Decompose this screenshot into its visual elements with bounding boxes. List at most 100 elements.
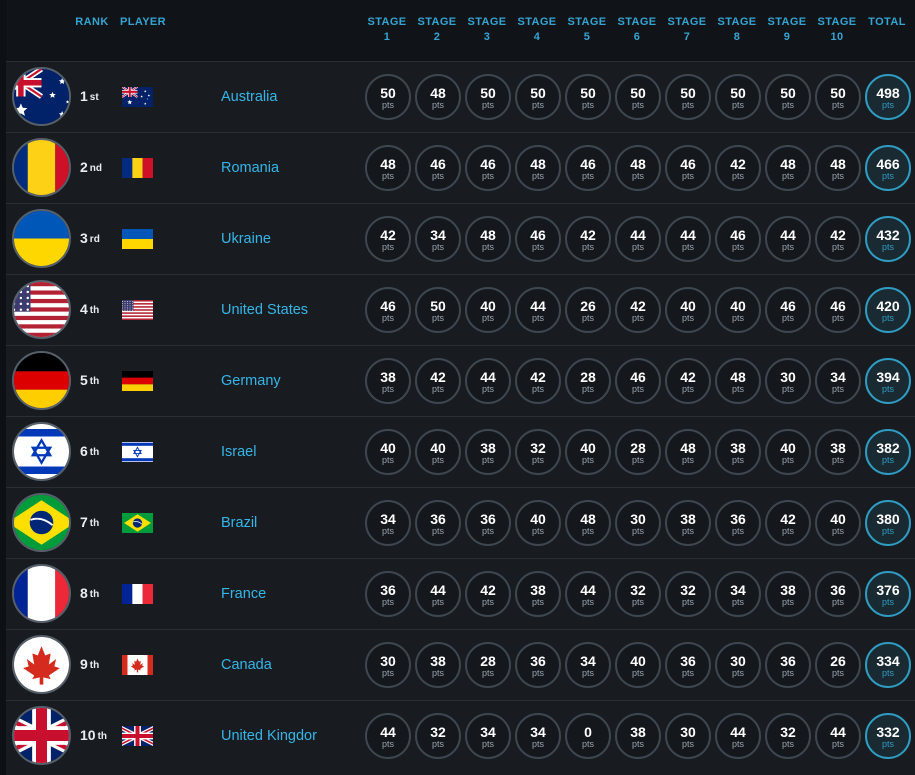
score-unit: pts [731,171,744,181]
score-unit: pts [681,526,694,536]
score-value: 48 [580,511,596,527]
player-name-link[interactable]: Romania [221,159,279,177]
score-unit: pts [481,313,494,323]
score-unit: pts [381,313,394,323]
score-unit: pts [531,384,544,394]
player-name-link[interactable]: Canada [221,656,272,674]
stage-6-score: 32 pts [615,571,661,617]
stage-5-score: 26 pts [565,287,611,333]
score-unit: pts [581,100,594,110]
score-value: 44 [830,724,846,740]
stage-1-score: 30 pts [365,642,411,688]
score-value: 48 [380,156,396,172]
total-score: 466 pts [865,145,911,191]
stage-7-score: 38 pts [665,500,711,546]
score-value: 50 [630,85,646,101]
score-unit: pts [631,668,644,678]
score-unit: pts [731,100,744,110]
france-flag-icon [12,564,71,623]
table-row[interactable]: 9th Canada 30 pts 38 pts 28 pts 36 pts 34 pts 40 pts 3… [6,629,915,700]
stage-5-score: 48 pts [565,500,611,546]
score-value: 46 [630,369,646,385]
table-row[interactable]: 5th Germany 38 pts 42 pts 44 pts 42 pts 28 pts 46 pts… [6,345,915,416]
table-row[interactable]: 2nd Romania 48 pts 46 pts 46 pts 48 pts 46 pts 48 pts… [6,132,915,203]
player-name-link[interactable]: France [221,585,266,603]
player-name-link[interactable]: Israel [221,443,256,461]
score-value: 36 [780,653,796,669]
table-row[interactable]: 8th France 36 pts 44 pts 42 pts 38 pts 44 pts 32 pts 3… [6,558,915,629]
stage-header-number: 9 [783,31,791,43]
israel-flag-icon [12,422,71,481]
stage-header-label: STAGE [767,16,807,28]
score-unit: pts [681,242,694,252]
rank-number: 7 [80,514,88,530]
table-row[interactable]: 6th Israel 40 pts 40 pts 38 pts 32 pts 40 pts 28 pts 4… [6,416,915,487]
score-unit: pts [631,597,644,607]
score-value: 34 [530,724,546,740]
score-unit: pts [781,313,794,323]
rank-label: 4th [80,301,99,319]
score-unit: pts [781,384,794,394]
australia-flag-icon [12,67,71,126]
table-row[interactable]: 3rd Ukraine 42 pts 34 pts 48 pts 46 pts 42 pts 44 pts… [6,203,915,274]
table-row[interactable]: 7th Brazil 34 pts 36 pts 36 pts 40 pts 48 pts 30 pts 3… [6,487,915,558]
total-score: 380 pts [865,500,911,546]
stage-1-score: 36 pts [365,571,411,617]
score-unit: pts [631,526,644,536]
score-unit: pts [381,739,394,749]
stage-5-score: 28 pts [565,358,611,404]
total-score: 394 pts [865,358,911,404]
table-row[interactable]: 4th United States 46 pts 50 pts 40 pts 44 pts 26 pt… [6,274,915,345]
score-value: 38 [780,582,796,598]
player-name-link[interactable]: Germany [221,372,281,390]
score-value: 44 [680,227,696,243]
total-unit: pts [881,384,894,394]
player-name-link[interactable]: United States [221,301,308,319]
score-value: 46 [430,156,446,172]
score-value: 36 [480,511,496,527]
stage-7-score: 36 pts [665,642,711,688]
score-unit: pts [631,313,644,323]
score-value: 42 [530,369,546,385]
stage-8-score: 46 pts [715,216,761,262]
stage-10-column-header: STAGE 10 [815,15,859,45]
score-unit: pts [531,171,544,181]
stage-6-score: 42 pts [615,287,661,333]
score-value: 40 [430,440,446,456]
score-value: 32 [680,582,696,598]
stage-6-score: 38 pts [615,713,661,759]
stage-5-score: 34 pts [565,642,611,688]
player-name-link[interactable]: Ukraine [221,230,271,248]
total-score: 432 pts [865,216,911,262]
rank-number: 2 [80,159,88,175]
rank-number: 8 [80,585,88,601]
score-value: 28 [630,440,646,456]
player-name-link[interactable]: United Kingdor [221,727,317,745]
player-name-link[interactable]: Australia [221,88,277,106]
score-value: 30 [630,511,646,527]
score-value: 44 [580,582,596,598]
total-unit: pts [881,668,894,678]
stage-header-label: STAGE [617,16,657,28]
score-unit: pts [781,100,794,110]
player-name-link[interactable]: Brazil [221,514,257,532]
canada-flag-small-icon [122,655,153,675]
total-unit: pts [881,313,894,323]
stage-4-score: 38 pts [515,571,561,617]
score-value: 46 [530,227,546,243]
stage-9-score: 48 pts [765,145,811,191]
score-value: 40 [730,298,746,314]
score-value: 40 [830,511,846,527]
score-unit: pts [731,242,744,252]
table-row[interactable]: 1st Australia 50 pts 48 pts 50 pts 50 pts 50 pts 50 p… [6,61,915,132]
score-unit: pts [781,526,794,536]
usa-flag-small-icon [122,300,153,320]
score-value: 48 [430,85,446,101]
score-value: 48 [830,156,846,172]
stage-1-score: 48 pts [365,145,411,191]
table-row[interactable]: 10th United Kingdor 44 pts 32 pts 34 pts 34 pts 0 p… [6,700,915,771]
stage-8-score: 44 pts [715,713,761,759]
romania-flag-icon [12,138,71,197]
score-value: 42 [730,156,746,172]
score-unit: pts [831,313,844,323]
